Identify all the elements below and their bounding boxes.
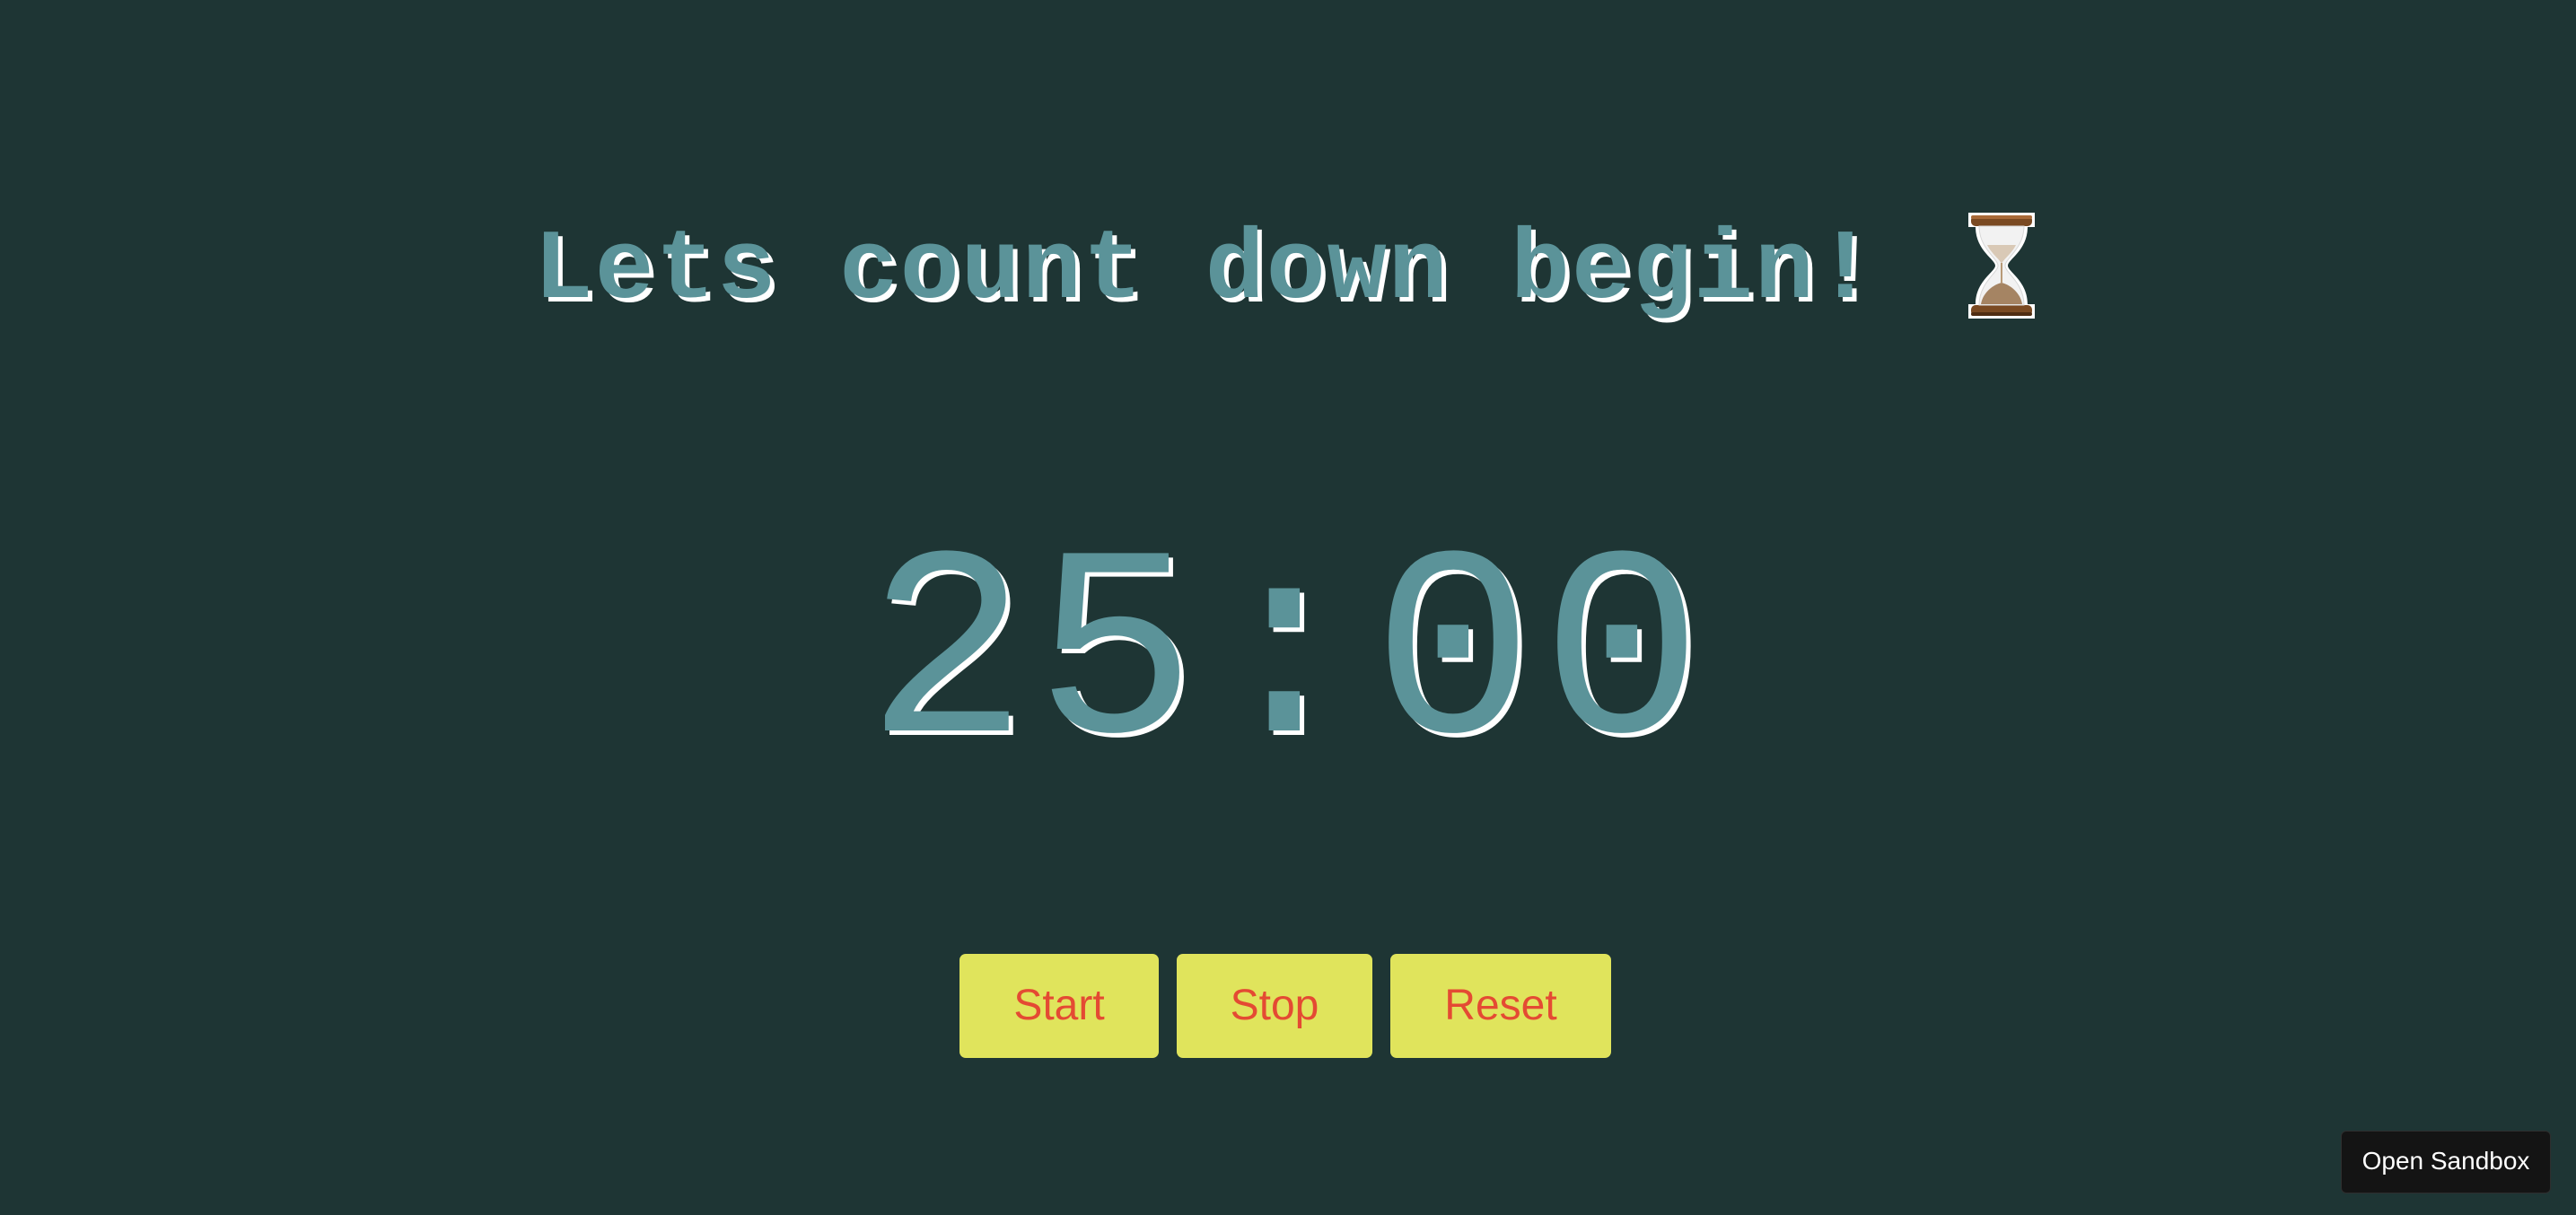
- timer-controls: Start Stop Reset: [0, 954, 2576, 1058]
- start-button[interactable]: Start: [959, 954, 1159, 1058]
- open-sandbox-button[interactable]: Open Sandbox: [2341, 1131, 2551, 1193]
- reset-button[interactable]: Reset: [1390, 954, 1611, 1058]
- page-title: Lets count down begin!: [533, 215, 1877, 328]
- hourglass-icon: [1961, 207, 2042, 324]
- countdown-display: 25:00: [865, 507, 1711, 812]
- page-title-row: Lets count down begin!: [0, 205, 2576, 339]
- stop-button[interactable]: Stop: [1177, 954, 1372, 1058]
